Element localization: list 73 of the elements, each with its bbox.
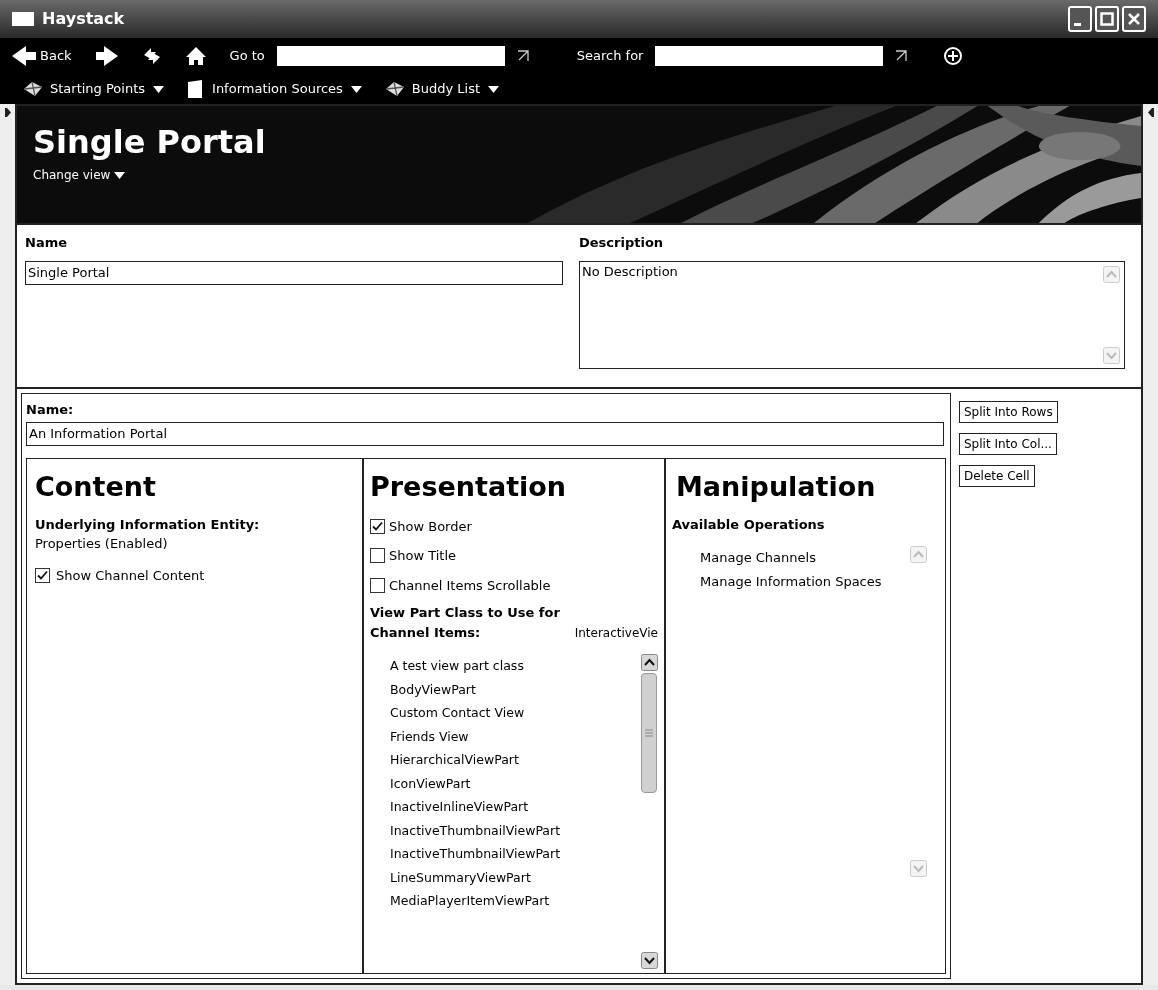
menu-button[interactable]: Starting Points [24, 79, 165, 99]
class-label: View Part Class to Use for Channel Items: [370, 604, 560, 642]
forward-icon[interactable] [95, 46, 118, 66]
page-title: Single Portal [33, 122, 266, 162]
minimize-icon [1074, 22, 1081, 26]
checkbox-label: Show Title [389, 547, 457, 565]
list-item[interactable]: IconViewPart [390, 771, 640, 795]
checkbox[interactable] [370, 518, 385, 534]
checkbox-label: Channel Items Scrollable [389, 576, 551, 595]
back-button[interactable]: Back [12, 46, 72, 66]
search-go-icon[interactable] [895, 50, 908, 62]
window-icon [12, 12, 34, 26]
list-item[interactable]: InactiveThumbnailViewPart [390, 842, 640, 866]
list-item[interactable]: Manage Channels [700, 546, 910, 570]
add-circle-icon[interactable] [943, 46, 964, 66]
search-label: Search for [576, 47, 644, 66]
close-icon [1127, 12, 1141, 26]
list-item[interactable]: InactiveInlineViewPart [390, 795, 640, 819]
name-label: Name [25, 234, 68, 252]
list-item[interactable]: A test view part class [390, 654, 640, 678]
go-to-field[interactable] [276, 46, 505, 66]
list-item[interactable]: HierarchicalViewPart [390, 748, 640, 772]
gem-icon [385, 82, 404, 96]
home-icon[interactable] [185, 46, 206, 66]
cell-action-button[interactable]: Split Into Col... [959, 433, 1057, 455]
cell-name-field[interactable]: An Information Portal [26, 421, 944, 446]
description-label: Description [579, 234, 665, 252]
search-field[interactable] [655, 46, 884, 66]
window-title: Haystack [42, 8, 125, 30]
menu-button[interactable]: Information Sources [188, 79, 362, 99]
cell-action-button[interactable]: Delete Cell [959, 465, 1035, 487]
scrollbar-thumb[interactable] [641, 673, 657, 793]
list-item[interactable]: InactiveThumbnailViewPart [390, 818, 640, 842]
dropdown-caret-icon [114, 171, 126, 179]
list-item[interactable]: MediaPlayerItemViewPart [390, 889, 640, 913]
scroll-down-icon[interactable] [640, 952, 658, 969]
checkbox[interactable] [370, 548, 385, 564]
section-heading: Manipulation [675, 469, 876, 504]
section-heading: Presentation [370, 469, 567, 504]
checkbox[interactable] [35, 567, 50, 583]
go-icon[interactable] [516, 50, 529, 62]
change-view-button[interactable]: Change view [33, 166, 126, 184]
class-value: InteractiveVie [574, 625, 658, 642]
maximize-button[interactable] [1095, 6, 1119, 32]
dropdown-caret-icon [488, 85, 500, 93]
list-item[interactable]: BodyViewPart [390, 677, 640, 701]
collapse-left-icon[interactable] [4, 108, 11, 117]
checkbox-label: Show Border [389, 517, 472, 536]
go-to-label: Go to [229, 47, 265, 66]
minimize-button[interactable] [1068, 6, 1092, 32]
close-button[interactable] [1122, 6, 1146, 32]
operations-list[interactable]: Manage Channels Manage Information Spaces [672, 546, 939, 973]
checkbox[interactable] [370, 577, 385, 593]
section-heading: Content [35, 469, 156, 504]
scroll-up-icon[interactable] [640, 654, 658, 671]
operations-label: Available Operations [672, 515, 825, 534]
name-field[interactable]: Single Portal [25, 260, 563, 285]
menu-button[interactable]: Buddy List [385, 79, 500, 99]
gem-icon [24, 82, 42, 96]
cell-action-button[interactable]: Split Into Rows [959, 401, 1058, 423]
cell-name-label: Name: [26, 401, 75, 419]
maximize-icon [1100, 12, 1114, 26]
list-item[interactable]: Manage Information Spaces [700, 570, 910, 594]
list-item[interactable]: Friends View [390, 724, 640, 748]
entity-value: Properties (Enabled) [35, 535, 168, 553]
checkbox-label: Show Channel Content [56, 566, 205, 585]
dropdown-caret-icon [153, 85, 165, 93]
collapse-right-icon[interactable] [1147, 108, 1154, 117]
entity-label: Underlying Information Entity: [35, 515, 260, 534]
document-icon [188, 80, 205, 98]
list-item[interactable]: LineSummaryViewPart [390, 865, 640, 889]
list-item[interactable]: Custom Contact View [390, 701, 640, 725]
dropdown-caret-icon [350, 85, 362, 93]
